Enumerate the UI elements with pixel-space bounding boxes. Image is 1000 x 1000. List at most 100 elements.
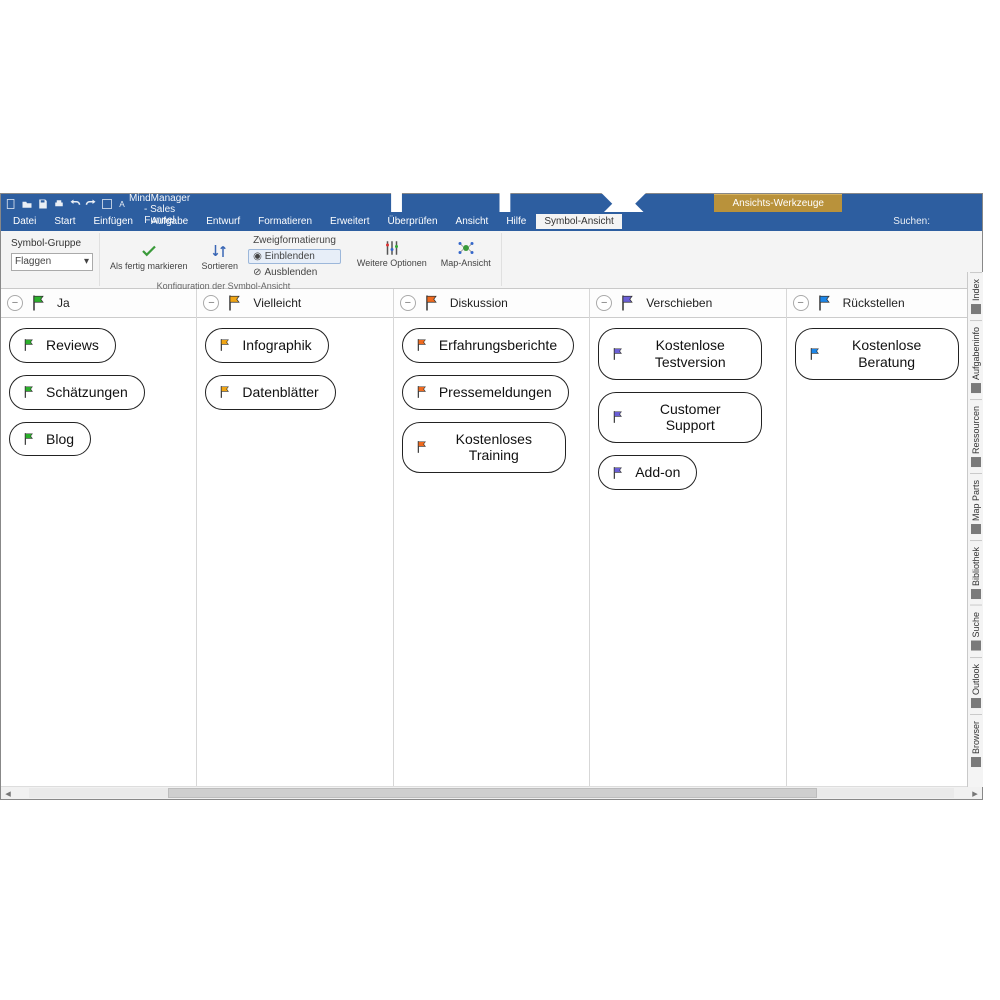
flag-group-combo[interactable]: Flaggen ▾ <box>11 253 93 271</box>
map-icon <box>457 239 475 257</box>
sort-button[interactable]: Sortieren <box>198 242 243 271</box>
card[interactable]: Schätzungen <box>9 375 145 410</box>
ribbon-group-symbol: Symbol-Gruppe Flaggen ▾ <box>5 233 100 286</box>
dock-tab-aufgabeninfo[interactable]: Aufgabeninfo <box>970 320 982 399</box>
symbol-board: −Ja Reviews Schätzungen Blog − Vielleicht Info… <box>1 289 982 786</box>
tab-formatieren[interactable]: Formatieren <box>250 214 320 229</box>
search-label[interactable]: Suchen: <box>893 216 930 227</box>
combo-value: Flaggen <box>15 256 51 267</box>
undo-icon[interactable] <box>69 198 81 210</box>
tab-hilfe[interactable]: Hilfe <box>498 214 534 229</box>
horizontal-scrollbar[interactable]: ◂ ▸ <box>1 786 982 799</box>
card[interactable]: Reviews <box>9 328 116 363</box>
column-header[interactable]: −Ja <box>1 289 196 318</box>
check-icon <box>140 242 158 260</box>
column-body[interactable]: Erfahrungsberichte Pressemeldungen Kostenl… <box>394 318 589 786</box>
mark-done-button[interactable]: Als fertig markieren <box>106 242 192 271</box>
card-label: Kostenlose Testversion <box>635 337 745 371</box>
help-icon[interactable] <box>964 215 978 229</box>
new-icon[interactable] <box>5 198 17 210</box>
dock-tab-bibliothek[interactable]: Bibliothek <box>970 540 982 605</box>
column-verschieben: −Verschieben Kostenlose Testversion Custom… <box>590 289 786 786</box>
column-title: Vielleicht <box>253 296 301 310</box>
dock-tab-browser[interactable]: Browser <box>970 714 982 773</box>
card[interactable]: Datenblätter <box>205 375 335 410</box>
tab-erweitert[interactable]: Erweitert <box>322 214 377 229</box>
card[interactable]: Blog <box>9 422 91 457</box>
collapse-icon[interactable]: − <box>203 295 219 311</box>
collapse-icon[interactable]: − <box>596 295 612 311</box>
dock-tab-outlook[interactable]: Outlook <box>970 657 982 714</box>
symbol-group-label: Symbol-Gruppe <box>11 238 81 249</box>
svg-text:A: A <box>119 200 125 209</box>
dock-tab-suche[interactable]: Suche <box>970 605 982 657</box>
column-body[interactable]: Kostenlose Testversion Customer Support Ad… <box>590 318 785 786</box>
map-view-button[interactable]: Map-Ansicht <box>437 239 495 268</box>
column-header[interactable]: −Verschieben <box>590 289 785 318</box>
ribbon-min-icon[interactable] <box>944 215 958 229</box>
card-label: Add-on <box>635 464 680 481</box>
scroll-right-icon[interactable]: ▸ <box>968 787 982 800</box>
column-body[interactable]: Infographik Datenblätter <box>197 318 392 786</box>
dock-tab-index[interactable]: Index <box>970 272 982 320</box>
column-body[interactable]: Reviews Schätzungen Blog <box>1 318 196 786</box>
eye-icon: ◉ <box>253 251 262 262</box>
dock-label: Aufgabeninfo <box>971 327 981 380</box>
dock-icon <box>971 698 981 708</box>
style-icon[interactable] <box>101 198 113 210</box>
scroll-left-icon[interactable]: ◂ <box>1 787 15 800</box>
tab-ueberpruefen[interactable]: Überprüfen <box>380 214 446 229</box>
sort-icon <box>211 242 229 260</box>
card[interactable]: Kostenloses Training <box>402 422 566 474</box>
collapse-icon[interactable]: − <box>793 295 809 311</box>
scroll-thumb[interactable] <box>168 788 818 798</box>
flag-icon <box>815 294 837 312</box>
dock-label: Ressourcen <box>971 406 981 454</box>
quick-access-toolbar[interactable]: A <box>5 198 129 210</box>
tab-symbol-ansicht[interactable]: Symbol-Ansicht <box>536 214 621 229</box>
flag-icon <box>422 294 444 312</box>
card-label: Kostenloses Training <box>439 431 549 465</box>
card-label: Reviews <box>46 337 99 354</box>
hide-button[interactable]: ⊘ Ausblenden <box>248 265 341 280</box>
dock-label: Outlook <box>971 664 981 695</box>
column-header[interactable]: −Diskussion <box>394 289 589 318</box>
card[interactable]: Add-on <box>598 455 697 490</box>
dock-tab-ressourcen[interactable]: Ressourcen <box>970 399 982 473</box>
card-label: Erfahrungsberichte <box>439 337 557 354</box>
tab-datei[interactable]: Datei <box>5 214 44 229</box>
card-label: Infographik <box>242 337 311 354</box>
column-header[interactable]: −Rückstellen <box>787 289 982 318</box>
column-header[interactable]: − Vielleicht <box>197 289 392 318</box>
contextual-tab-label: Ansichts-Werkzeuge <box>714 194 842 212</box>
collapse-icon[interactable]: − <box>400 295 416 311</box>
print-icon[interactable] <box>53 198 65 210</box>
redo-icon[interactable] <box>85 198 97 210</box>
open-icon[interactable] <box>21 198 33 210</box>
branch-format-label: Zweigformatierung <box>248 233 341 248</box>
flag-icon <box>618 294 640 312</box>
dock-tab-map parts[interactable]: Map Parts <box>970 473 982 540</box>
card[interactable]: Kostenlose Beratung <box>795 328 959 380</box>
card[interactable]: Customer Support <box>598 392 762 444</box>
font-icon[interactable]: A <box>117 198 129 210</box>
card[interactable]: Erfahrungsberichte <box>402 328 574 363</box>
tab-ansicht[interactable]: Ansicht <box>448 214 497 229</box>
more-options-button[interactable]: Weitere Optionen <box>353 239 431 268</box>
scroll-track[interactable] <box>29 788 954 798</box>
app-window: A Mindjet MindManager - Sales Funnel Ans… <box>0 193 983 800</box>
tab-entwurf[interactable]: Entwurf <box>198 214 248 229</box>
card[interactable]: Kostenlose Testversion <box>598 328 762 380</box>
flag-icon <box>611 347 627 361</box>
window-title: Mindjet MindManager - Sales Funnel <box>129 182 190 226</box>
card[interactable]: Pressemeldungen <box>402 375 569 410</box>
save-icon[interactable] <box>37 198 49 210</box>
card-label: Kostenlose Beratung <box>832 337 942 371</box>
collapse-icon[interactable]: − <box>7 295 23 311</box>
dock-icon <box>971 641 981 651</box>
tab-start[interactable]: Start <box>46 214 83 229</box>
show-button[interactable]: ◉ Einblenden <box>248 249 341 264</box>
card[interactable]: Infographik <box>205 328 328 363</box>
column-body[interactable]: Kostenlose Beratung <box>787 318 982 786</box>
flag-icon <box>415 338 431 352</box>
